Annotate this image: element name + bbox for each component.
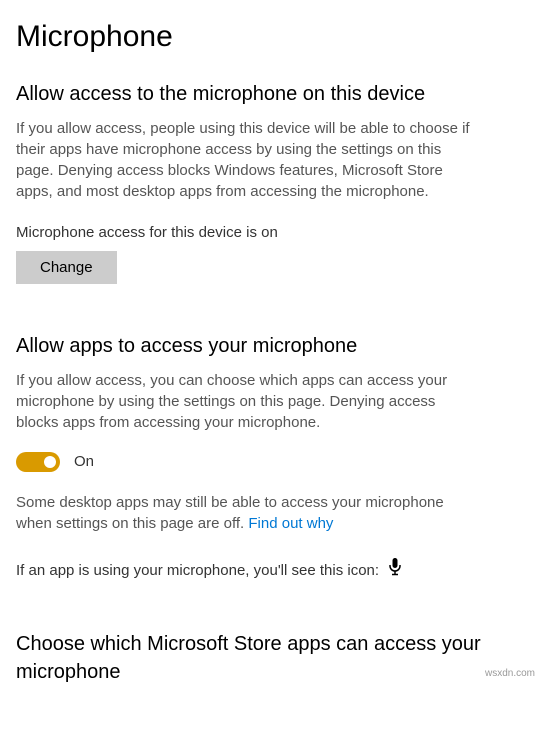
page-title: Microphone: [16, 16, 525, 58]
mic-usage-note-row: If an app is using your microphone, you'…: [16, 558, 525, 582]
app-access-toggle[interactable]: [16, 452, 60, 472]
change-button[interactable]: Change: [16, 251, 117, 284]
microphone-icon: [389, 558, 401, 582]
desktop-apps-note: Some desktop apps may still be able to a…: [16, 492, 476, 534]
choose-apps-section: Choose which Microsoft Store apps can ac…: [16, 630, 525, 686]
device-access-status: Microphone access for this device is on: [16, 222, 525, 243]
desktop-apps-note-text: Some desktop apps may still be able to a…: [16, 494, 444, 532]
app-access-toggle-row: On: [16, 451, 525, 472]
app-access-heading: Allow apps to access your microphone: [16, 332, 525, 360]
device-access-heading: Allow access to the microphone on this d…: [16, 80, 525, 108]
mic-usage-note: If an app is using your microphone, you'…: [16, 560, 379, 581]
app-access-description: If you allow access, you can choose whic…: [16, 370, 476, 433]
find-out-why-link[interactable]: Find out why: [248, 515, 333, 532]
device-access-description: If you allow access, people using this d…: [16, 118, 476, 202]
app-access-toggle-label: On: [74, 451, 94, 472]
watermark: wsxdn.com: [485, 667, 535, 681]
choose-apps-heading: Choose which Microsoft Store apps can ac…: [16, 630, 525, 686]
device-access-section: Allow access to the microphone on this d…: [16, 80, 525, 284]
toggle-knob: [44, 456, 56, 468]
app-access-section: Allow apps to access your microphone If …: [16, 332, 525, 582]
